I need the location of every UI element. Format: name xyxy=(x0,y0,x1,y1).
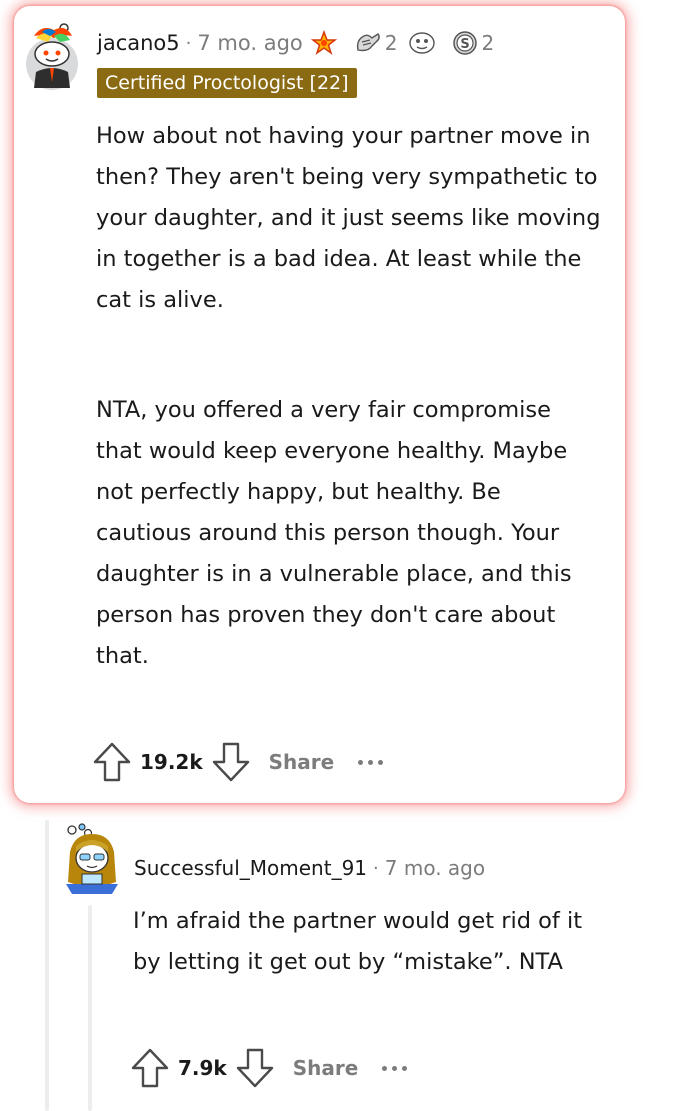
more-dots-icon xyxy=(392,1065,398,1071)
more-dots-icon xyxy=(378,759,384,765)
more-dots-icon xyxy=(382,1065,388,1071)
arrow-down-icon xyxy=(236,1048,273,1088)
award-coin[interactable]: S 2 xyxy=(452,30,494,56)
thread-line[interactable] xyxy=(88,905,92,1111)
comment-meta: jacano5 · 7 mo. ago 2 S 2 xyxy=(97,26,494,60)
svg-text:S: S xyxy=(461,37,470,52)
more-dots-icon xyxy=(368,759,374,765)
meta-separator: · xyxy=(373,857,379,879)
vote-count: 7.9k xyxy=(178,1056,227,1080)
timestamp[interactable]: 7 mo. ago xyxy=(197,31,302,55)
arrow-down-icon xyxy=(212,742,249,782)
downvote-button[interactable] xyxy=(235,1047,275,1089)
comment-paragraph: How about not having your partner move i… xyxy=(96,123,601,313)
more-options-button[interactable] xyxy=(382,1065,408,1071)
timestamp[interactable]: 7 mo. ago xyxy=(385,856,485,880)
avatar[interactable] xyxy=(60,822,122,894)
username-link[interactable]: Successful_Moment_91 xyxy=(134,856,367,880)
comment-paragraph: I’m afraid the partner would get rid of … xyxy=(133,908,583,975)
username-link[interactable]: jacano5 xyxy=(97,31,180,55)
face-award-icon xyxy=(409,32,436,54)
more-dots-icon xyxy=(358,759,364,765)
avatar[interactable] xyxy=(22,22,80,90)
award-count: 2 xyxy=(384,31,398,55)
thread-line[interactable] xyxy=(45,820,49,1111)
coin-award-icon: S xyxy=(453,31,478,55)
award-hands[interactable]: 2 xyxy=(354,30,398,56)
vote-count: 19.2k xyxy=(140,750,203,774)
comment-actions: 7.9k Share xyxy=(130,1046,408,1090)
comment-actions: 19.2k Share xyxy=(92,740,384,784)
user-flair: Certified Proctologist [22] xyxy=(97,68,357,98)
comment-meta: Successful_Moment_91 · 7 mo. ago xyxy=(134,852,485,884)
award-face[interactable] xyxy=(407,30,440,56)
downvote-button[interactable] xyxy=(211,741,251,783)
star-award-icon xyxy=(310,30,337,55)
meta-separator: · xyxy=(185,32,192,54)
upvote-button[interactable] xyxy=(92,741,132,783)
arrow-up-icon xyxy=(131,1048,169,1088)
upvote-button[interactable] xyxy=(130,1047,170,1089)
comment-paragraph: NTA, you offered a very fair compromise … xyxy=(96,397,572,669)
award-star[interactable] xyxy=(310,30,340,56)
more-options-button[interactable] xyxy=(358,759,384,765)
hands-award-icon xyxy=(356,33,380,52)
share-button[interactable]: Share xyxy=(269,750,335,774)
more-dots-icon xyxy=(402,1065,408,1071)
arrow-up-icon xyxy=(93,742,131,782)
share-button[interactable]: Share xyxy=(293,1056,359,1080)
award-count: 2 xyxy=(481,31,495,55)
